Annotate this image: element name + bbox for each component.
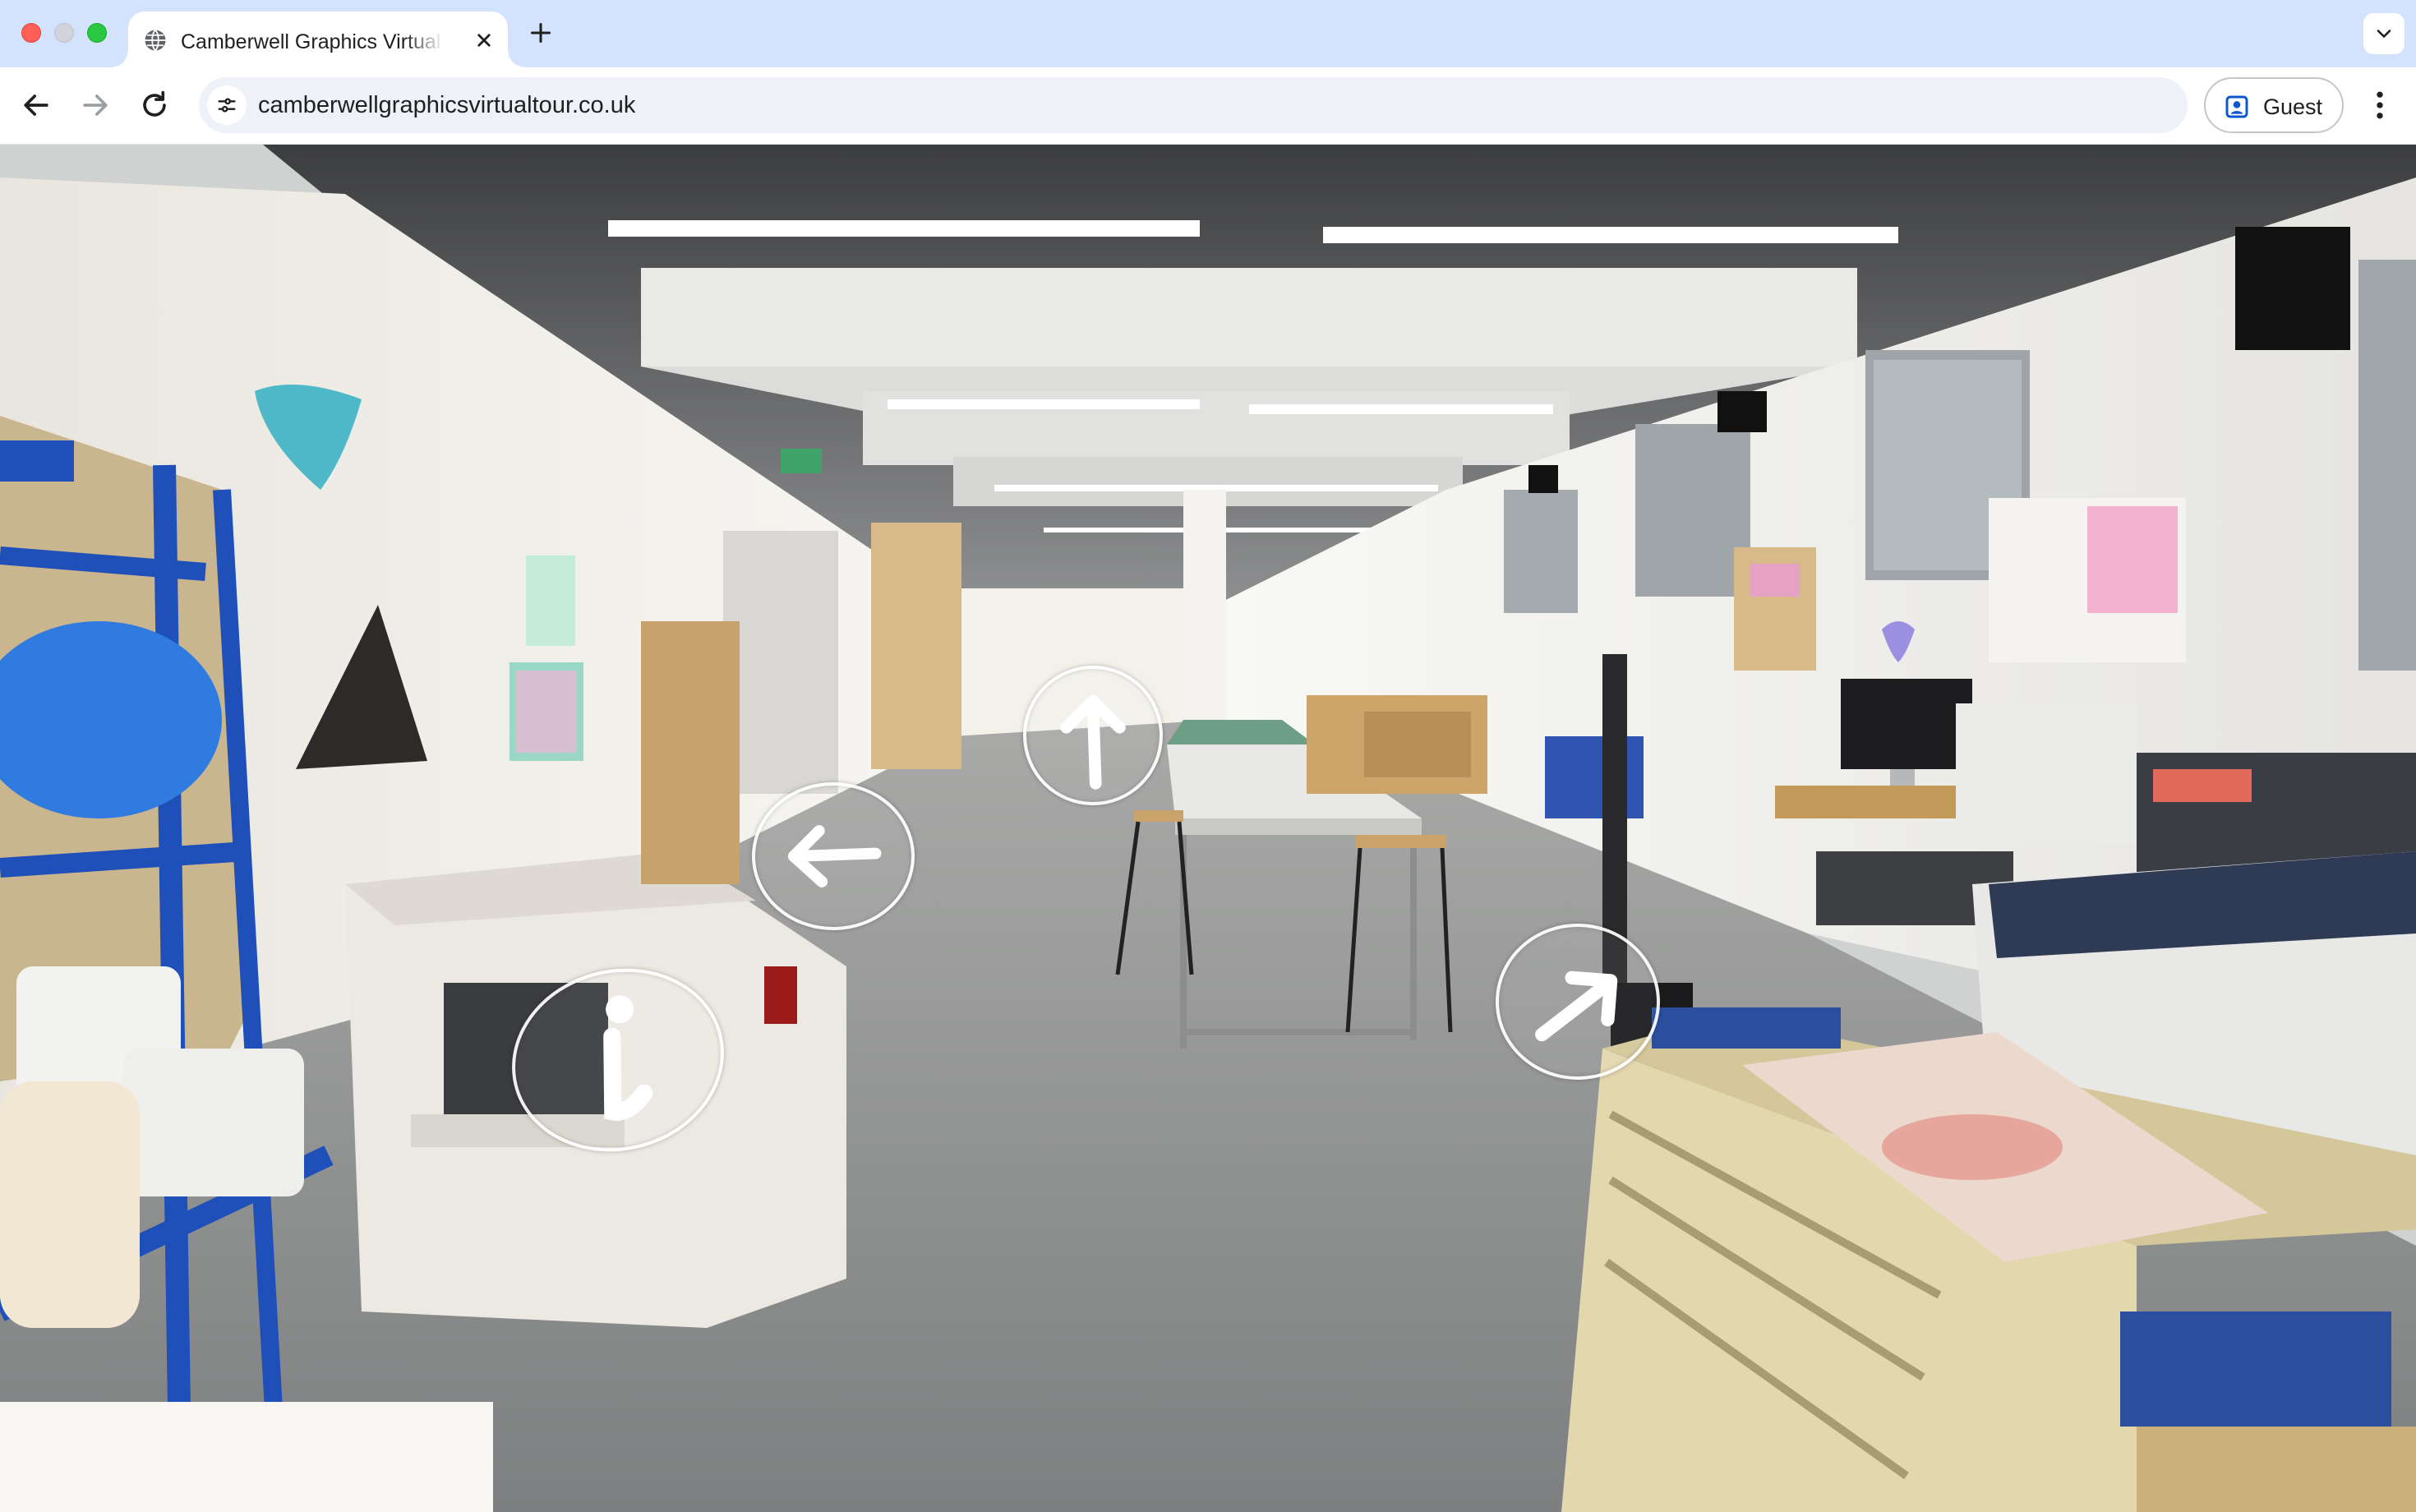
arrow-up-icon <box>1060 694 1126 790</box>
nav-hotspot-forward[interactable] <box>1023 666 1163 805</box>
ceiling-baffle <box>641 268 1857 366</box>
shelf-unit <box>871 523 961 769</box>
window-zoom-button[interactable] <box>87 23 107 43</box>
shelf-unit <box>641 621 740 884</box>
profile-button[interactable]: Guest <box>2204 77 2344 133</box>
ceiling-light <box>1323 227 1898 243</box>
arrow-left-icon <box>787 825 882 887</box>
door <box>723 531 838 794</box>
printer <box>1956 703 2137 843</box>
tab-title: Camberwell Graphics Virtual Tour <box>181 30 444 53</box>
window <box>2358 260 2416 671</box>
chevron-down-icon <box>2377 30 2391 38</box>
window <box>1504 490 1578 613</box>
person-badge-icon <box>2225 95 2248 118</box>
ceiling-light <box>888 399 1200 409</box>
paint-tub <box>123 1049 304 1196</box>
more-vert-icon[interactable] <box>2362 87 2398 123</box>
close-icon[interactable] <box>472 28 496 53</box>
notice <box>526 555 575 646</box>
tab-strip: Camberwell Graphics Virtual Tour <box>0 0 2416 67</box>
tab-search-button[interactable] <box>2363 13 2404 54</box>
site-info-button[interactable] <box>207 85 247 125</box>
blue-press <box>1545 736 1644 818</box>
monitor <box>1841 679 1972 769</box>
panorama-scene <box>0 145 2416 1512</box>
nav-hotspot-left[interactable] <box>752 782 915 930</box>
ceiling-light <box>608 220 1200 237</box>
plus-icon[interactable] <box>526 18 556 48</box>
tune-icon <box>218 98 236 113</box>
arrow-up-right-icon <box>1535 970 1618 1042</box>
window <box>1635 424 1750 597</box>
globe-icon <box>145 29 166 52</box>
arrow-left-icon[interactable] <box>18 87 54 123</box>
window-close-button[interactable] <box>21 23 41 43</box>
jar <box>0 1081 140 1328</box>
url-text: camberwellgraphicsvirtualtour.co.uk <box>258 92 636 118</box>
browser-toolbar: camberwellgraphicsvirtualtour.co.uk Gues… <box>0 67 2416 145</box>
nav-hotspot-right[interactable] <box>1496 924 1660 1080</box>
arrow-right-icon[interactable] <box>77 87 113 123</box>
reload-icon[interactable] <box>136 87 173 123</box>
profile-label: Guest <box>2263 94 2323 119</box>
panorama-viewer[interactable] <box>0 145 2416 1512</box>
ceiling-light <box>1249 404 1553 414</box>
address-bar[interactable]: camberwellgraphicsvirtualtour.co.uk <box>199 77 2188 133</box>
window-minimize-button[interactable] <box>54 23 74 43</box>
tab-active[interactable]: Camberwell Graphics Virtual Tour <box>112 12 524 67</box>
exit-sign <box>781 449 822 473</box>
